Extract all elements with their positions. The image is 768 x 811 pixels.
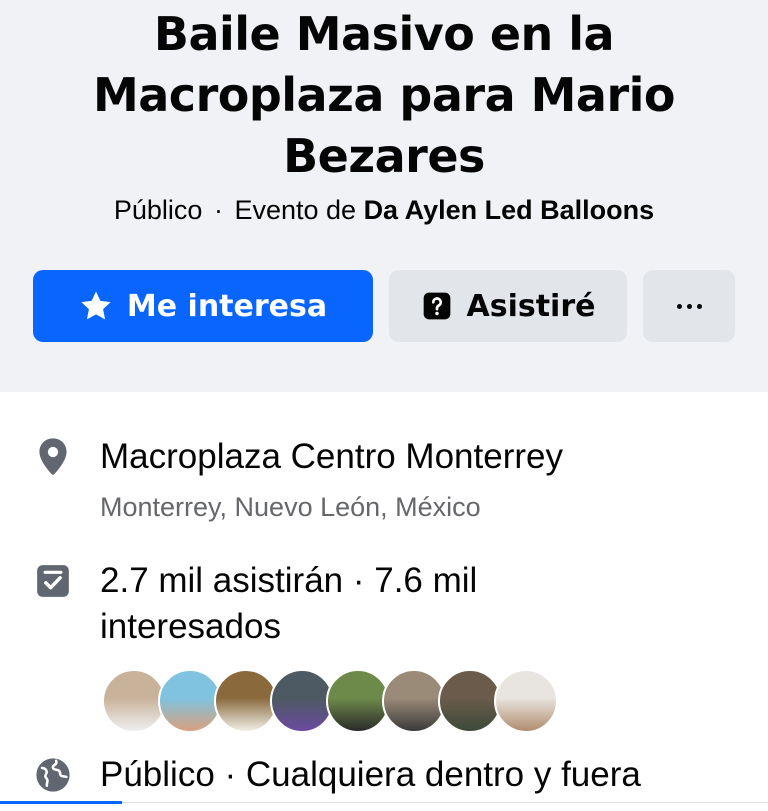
avatar[interactable] xyxy=(270,669,334,733)
more-dots-icon xyxy=(676,303,702,309)
interested-label: Me interesa xyxy=(126,288,328,324)
calendar-check-icon xyxy=(33,561,73,601)
location-address: Monterrey, Nuevo León, México xyxy=(100,492,481,522)
event-visibility: Público xyxy=(113,195,203,225)
organizer-link[interactable]: Da Aylen Led Balloons xyxy=(364,195,655,225)
tab-indicator xyxy=(0,801,122,804)
more-options-button[interactable] xyxy=(643,270,735,342)
attendance-summary[interactable]: 2.7 mil asistirán · 7.6 mil interesados xyxy=(100,558,660,650)
question-box-icon xyxy=(421,290,453,322)
location-name[interactable]: Macroplaza Centro Monterrey xyxy=(100,434,740,480)
avatar[interactable] xyxy=(326,669,390,733)
event-title: Baile Masivo en la Macroplaza para Mario… xyxy=(92,7,676,183)
event-by-label: Evento de xyxy=(234,195,357,225)
avatar[interactable] xyxy=(438,669,502,733)
going-button[interactable]: Asistiré xyxy=(389,270,627,342)
interested-button[interactable]: Me interesa xyxy=(33,270,373,342)
event-header: Baile Masivo en la Macroplaza para Mario… xyxy=(0,0,768,392)
going-label: Asistiré xyxy=(466,288,596,324)
avatar[interactable] xyxy=(102,669,166,733)
attendee-avatars[interactable] xyxy=(102,669,558,733)
avatar[interactable] xyxy=(158,669,222,733)
avatar[interactable] xyxy=(494,669,558,733)
divider xyxy=(122,802,768,803)
avatar[interactable] xyxy=(214,669,278,733)
location-pin-icon xyxy=(33,437,73,477)
separator: · xyxy=(213,195,223,225)
event-subtitle: Público · Evento de Da Aylen Led Balloon… xyxy=(0,193,768,227)
star-icon xyxy=(79,289,113,323)
avatar[interactable] xyxy=(382,669,446,733)
globe-icon xyxy=(33,755,73,795)
privacy-text: Público · Cualquiera dentro y fuera xyxy=(100,755,641,794)
